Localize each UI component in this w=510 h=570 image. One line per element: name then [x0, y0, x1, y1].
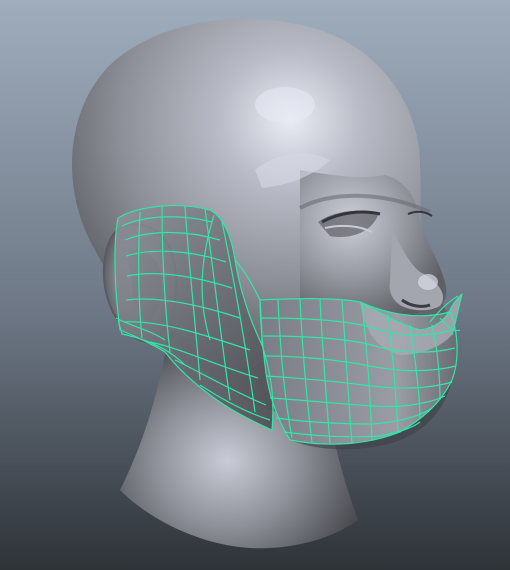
maya-3d-viewport[interactable]	[0, 0, 510, 570]
viewport-canvas[interactable]	[0, 0, 510, 570]
scalp-highlight	[255, 87, 315, 123]
nose-tip-highlight	[418, 274, 438, 290]
